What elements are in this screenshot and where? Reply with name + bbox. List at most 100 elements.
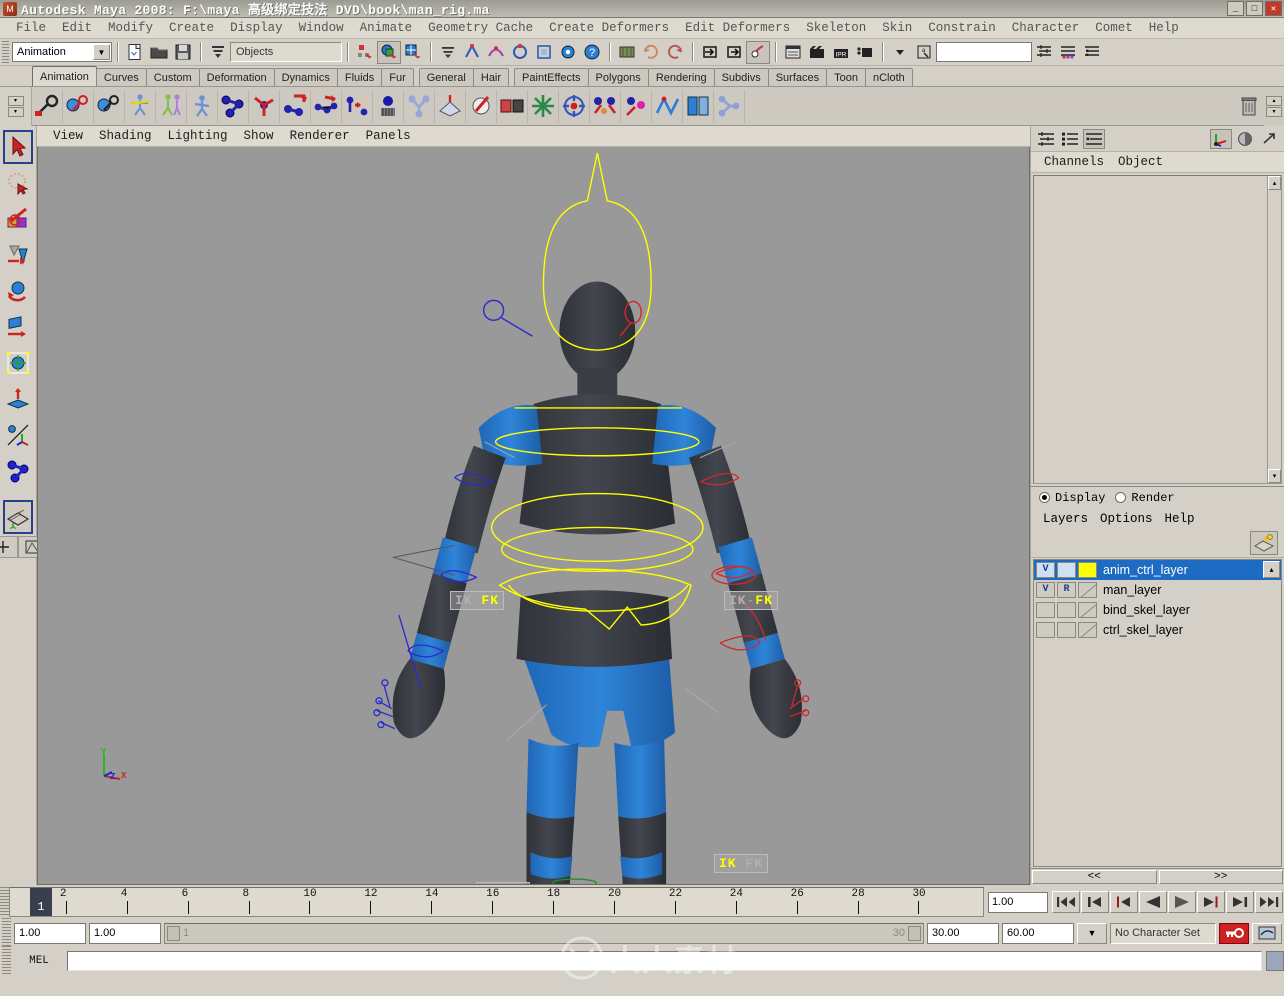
range-end-field[interactable]: 30.00 (927, 922, 999, 944)
current-time-field[interactable]: 1.00 (988, 891, 1048, 913)
select-by-name-icon[interactable]: a (912, 40, 936, 64)
step-back-frame-button[interactable] (1110, 891, 1138, 913)
channelbox-body[interactable]: ▴ ▾ (1033, 175, 1282, 484)
skin-bind-icon[interactable] (373, 89, 404, 123)
rotate-tool[interactable] (3, 274, 33, 308)
display-toggle-icon[interactable] (1234, 129, 1256, 149)
new-layer-icon[interactable] (1250, 531, 1278, 555)
cluster-icon[interactable] (528, 89, 559, 123)
four-view-icon[interactable] (0, 536, 18, 558)
layer-row[interactable]: bind_skel_layer (1034, 600, 1281, 620)
show-manipulator-tool[interactable] (3, 418, 33, 452)
channelbox-menu-object[interactable]: Object (1111, 155, 1170, 169)
menu-item-create-deformers[interactable]: Create Deformers (541, 20, 677, 36)
panel-menu-show[interactable]: Show (236, 129, 282, 143)
shelf-tab-surfaces[interactable]: Surfaces (767, 68, 828, 86)
single-perspective-view-icon[interactable] (3, 500, 33, 534)
shelf-tab-painteffects[interactable]: PaintEffects (514, 68, 589, 86)
expand-icon[interactable] (1258, 129, 1280, 149)
shelf-tab-curves[interactable]: Curves (95, 68, 147, 86)
layer-name[interactable]: man_layer (1103, 583, 1161, 597)
snap-curve-icon[interactable] (484, 40, 508, 64)
range-bar[interactable]: 1 30 (164, 922, 924, 944)
scroll-up-icon[interactable]: ▴ (1268, 176, 1281, 190)
show-manip-icon[interactable] (1210, 128, 1232, 149)
show-tool-settings-icon[interactable] (1056, 40, 1080, 64)
menu-item-geometry-cache[interactable]: Geometry Cache (420, 20, 541, 36)
menu-set-selector[interactable]: Animation ▼ (12, 42, 112, 62)
render-sequence-icon[interactable] (805, 40, 829, 64)
ikfk-annotation[interactable]: IK-FK (714, 854, 769, 873)
panel-menu-renderer[interactable]: Renderer (282, 129, 358, 143)
smooth-skin-icon[interactable] (435, 89, 466, 123)
range-start-field[interactable]: 1.00 (89, 922, 161, 944)
layer-reference-toggle[interactable] (1057, 601, 1076, 618)
range-start-handle[interactable] (167, 925, 180, 941)
set-breakdown-key-icon[interactable] (63, 89, 94, 123)
set-driven-key-icon[interactable] (94, 89, 125, 123)
snap-point-icon[interactable] (508, 40, 532, 64)
soft-modification-tool[interactable] (3, 382, 33, 416)
time-slider[interactable]: 1 2 4 6 8 10 12 14 16 18 20 22 24 26 28 30 (9, 887, 984, 917)
layer-list[interactable]: ▴ Vanim_ctrl_layer V Rman_layer bind_skel_l… (1033, 558, 1282, 867)
scale-tool[interactable] (3, 310, 33, 344)
set-key-icon[interactable] (32, 89, 63, 123)
shelf-tab-fur[interactable]: Fur (381, 68, 414, 86)
layer-reference-toggle[interactable] (1057, 621, 1076, 638)
skeleton-chain-icon[interactable] (404, 89, 435, 123)
menu-item-file[interactable]: File (8, 20, 54, 36)
layer-visibility-toggle[interactable] (1036, 601, 1055, 618)
close-button[interactable]: ✕ (1265, 1, 1282, 16)
layer-editor-icon[interactable] (1083, 128, 1105, 149)
menu-item-modify[interactable]: Modify (100, 20, 161, 36)
go-to-start-button[interactable] (1052, 891, 1080, 913)
panel-menu-view[interactable]: View (45, 129, 91, 143)
insert-joint-icon[interactable] (342, 89, 373, 123)
shelf-tab-dynamics[interactable]: Dynamics (273, 68, 338, 86)
menu-item-character[interactable]: Character (1004, 20, 1088, 36)
mirror-joint-icon[interactable] (280, 89, 311, 123)
channelbox-scrollbar[interactable]: ▴ ▾ (1267, 176, 1281, 483)
step-back-key-button[interactable] (1081, 891, 1109, 913)
shelf-tab-toon[interactable]: Toon (826, 68, 866, 86)
layer-visibility-toggle[interactable]: V (1036, 561, 1055, 578)
layer-reference-toggle[interactable]: R (1057, 581, 1076, 598)
show-attribute-editor-icon[interactable] (1032, 40, 1056, 64)
construction-history-icon[interactable] (663, 40, 687, 64)
step-forward-key-button[interactable] (1226, 891, 1254, 913)
lattice-icon[interactable] (559, 89, 590, 123)
chevron-down-icon[interactable]: ▾ (1266, 106, 1282, 117)
command-line-grip[interactable] (2, 946, 11, 976)
walk-cycle-icon[interactable] (187, 89, 218, 123)
menu-item-animate[interactable]: Animate (352, 20, 421, 36)
open-scene-icon[interactable] (147, 40, 171, 64)
range-slider-grip[interactable] (2, 918, 11, 948)
menu-item-window[interactable]: Window (291, 20, 352, 36)
joint-tool-icon[interactable] (218, 89, 249, 123)
command-output-button[interactable] (1266, 951, 1284, 971)
shelf-tab-deformation[interactable]: Deformation (198, 68, 275, 86)
panel-menu-shading[interactable]: Shading (91, 129, 160, 143)
menu-item-skeleton[interactable]: Skeleton (798, 20, 874, 36)
shelf-tab-general[interactable]: General (418, 68, 474, 86)
ikfk-annotation[interactable]: IK-FK (476, 882, 531, 884)
layer-scroll-up-icon[interactable]: ▴ (1263, 560, 1280, 578)
shelf-tab-rendering[interactable]: Rendering (647, 68, 715, 86)
sidebar-out-icon[interactable] (722, 40, 746, 64)
time-slider-grip[interactable] (0, 887, 9, 917)
menu-item-skin[interactable]: Skin (874, 20, 920, 36)
selection-options-icon[interactable] (436, 40, 460, 64)
shelf-tab-polygons[interactable]: Polygons (587, 68, 649, 86)
layer-menu-layers[interactable]: Layers (1037, 512, 1094, 526)
character-set-field[interactable]: No Character Set (1110, 922, 1216, 944)
shelf-tab-hair[interactable]: Hair (472, 68, 510, 86)
minimize-button[interactable]: _ (1227, 1, 1244, 16)
sculpt-deformer-icon[interactable] (621, 89, 652, 123)
menu-item-create[interactable]: Create (161, 20, 222, 36)
animation-end-field[interactable]: 60.00 (1002, 922, 1074, 944)
maximize-button[interactable]: □ (1246, 1, 1263, 16)
menu-item-edit-deformers[interactable]: Edit Deformers (677, 20, 798, 36)
animation-preferences-icon[interactable] (1252, 922, 1282, 944)
blend-shape-icon[interactable] (497, 89, 528, 123)
menu-item-help[interactable]: Help (1141, 20, 1187, 36)
